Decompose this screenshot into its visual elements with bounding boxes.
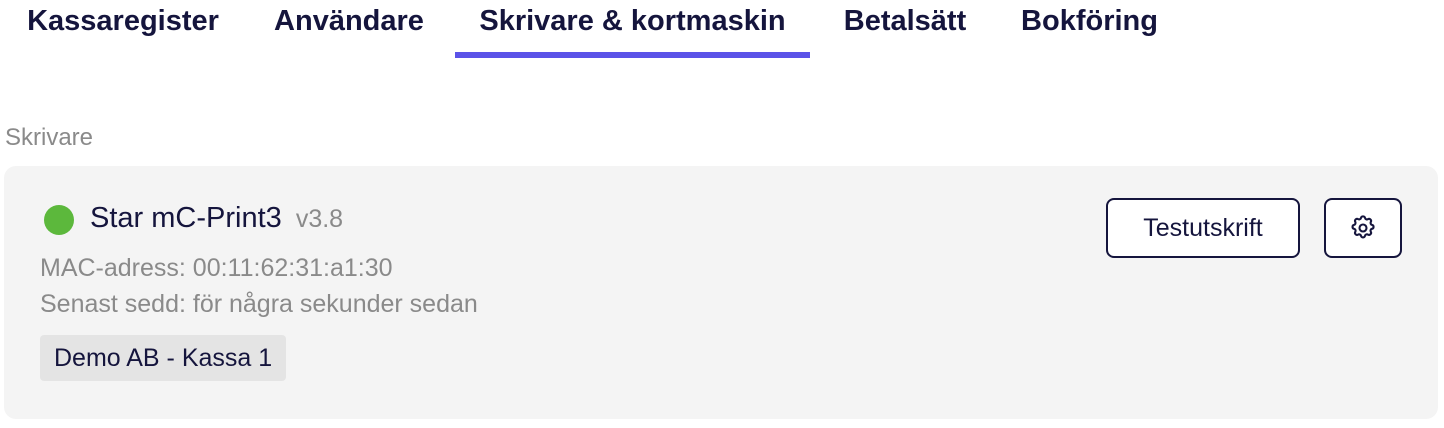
tab-anvandare[interactable]: Användare bbox=[269, 0, 429, 58]
tab-skrivare-kortmaskin[interactable]: Skrivare & kortmaskin bbox=[455, 0, 810, 58]
test-print-button[interactable]: Testutskrift bbox=[1106, 198, 1300, 258]
printer-title: Star mC-Print3 v3.8 bbox=[90, 202, 343, 235]
section-title: Skrivare bbox=[5, 124, 94, 151]
register-tag: Demo AB - Kassa 1 bbox=[40, 335, 287, 381]
printer-version: v3.8 bbox=[295, 205, 344, 233]
status-online-icon bbox=[44, 205, 74, 235]
printer-last-seen: Senast sedd: för några sekunder sedan bbox=[40, 290, 478, 318]
printer-settings-button[interactable] bbox=[1324, 198, 1402, 258]
tab-betalsatt[interactable]: Betalsätt bbox=[838, 0, 972, 58]
gear-icon bbox=[1351, 215, 1375, 239]
settings-tabs: Kassaregister Användare Skrivare & kortm… bbox=[0, 0, 1444, 60]
printer-card: Star mC-Print3 v3.8 MAC-adress: 00:11:62… bbox=[4, 166, 1438, 419]
tab-bokforing[interactable]: Bokföring bbox=[1017, 0, 1162, 58]
printer-name: Star mC-Print3 bbox=[90, 202, 282, 234]
printer-mac-address: MAC-adress: 00:11:62:31:a1:30 bbox=[40, 254, 393, 282]
tab-kassaregister[interactable]: Kassaregister bbox=[22, 0, 224, 58]
